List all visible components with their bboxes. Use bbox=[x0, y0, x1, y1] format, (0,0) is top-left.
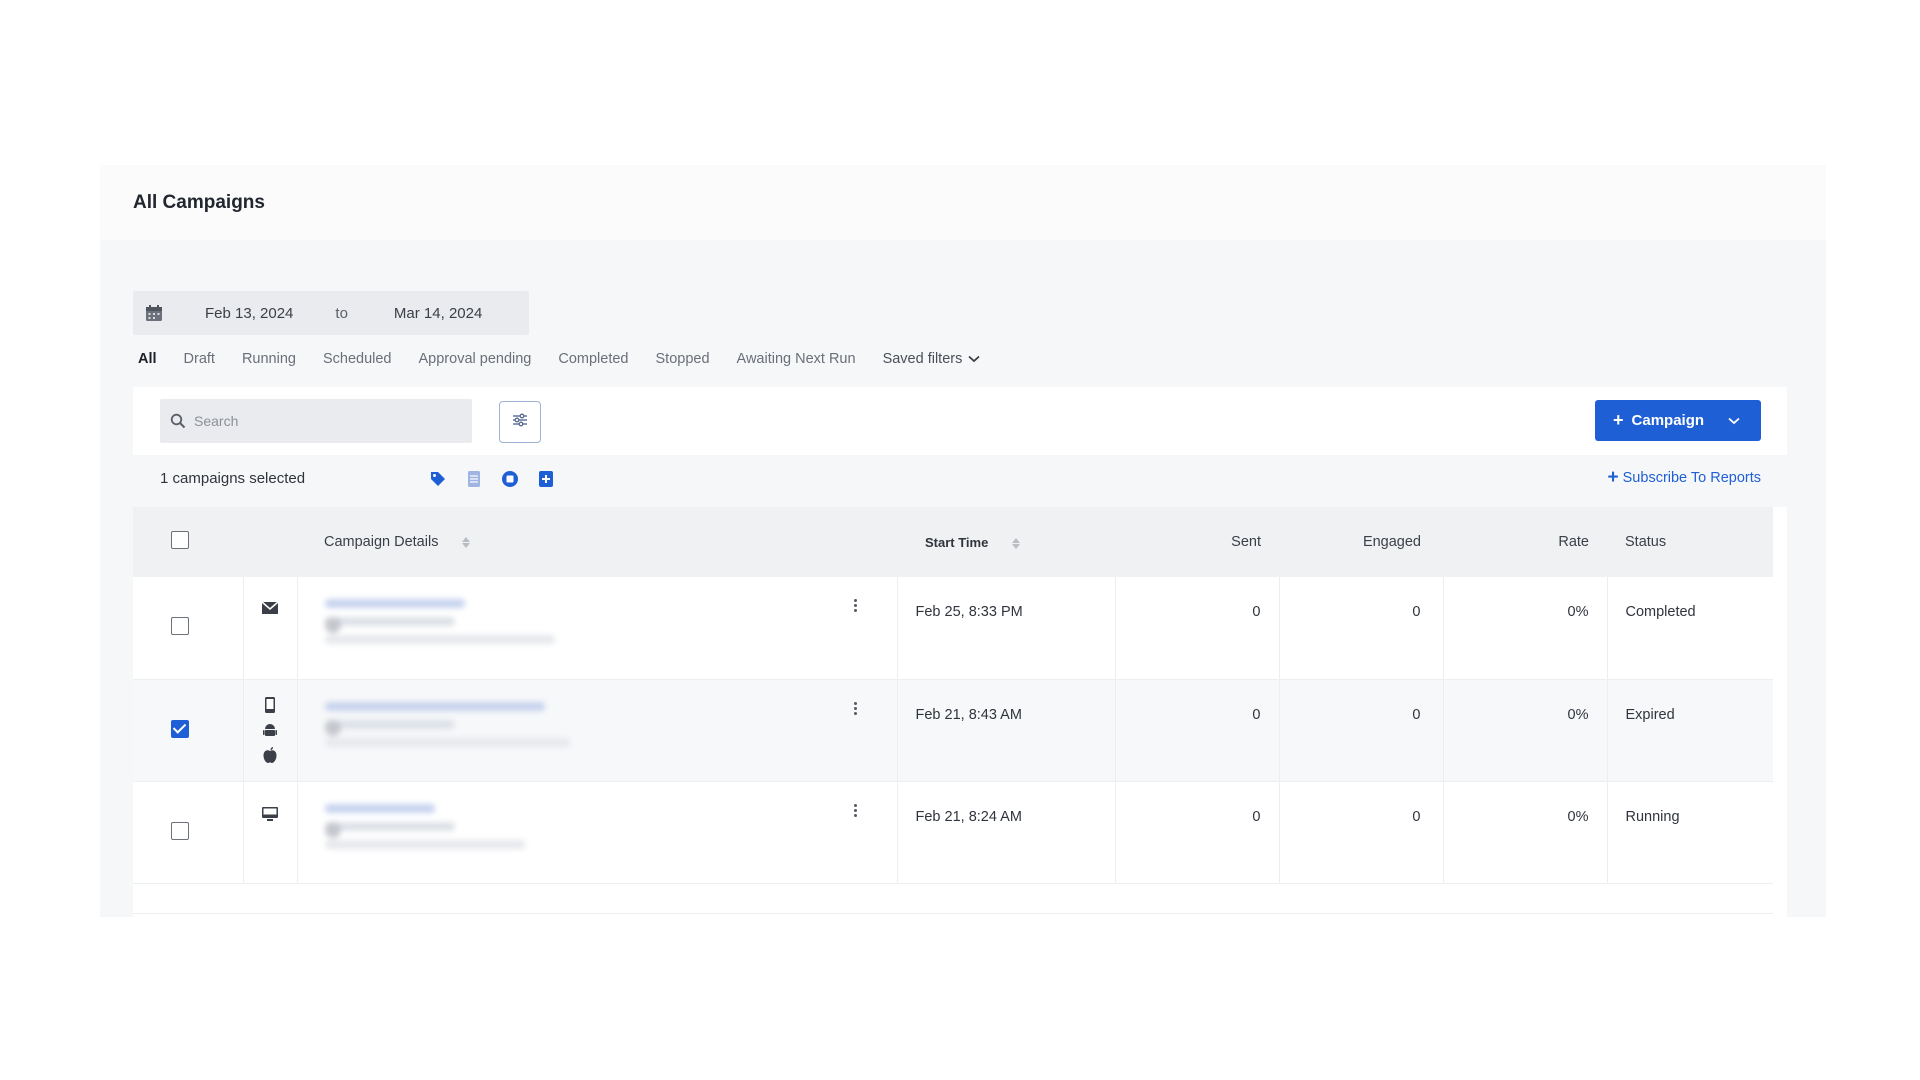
tab-all[interactable]: All bbox=[138, 351, 157, 367]
row-checkbox[interactable] bbox=[171, 617, 189, 635]
page-title: All Campaigns bbox=[133, 191, 265, 213]
chevron-down-icon[interactable] bbox=[1728, 417, 1740, 425]
row-menu-icon[interactable] bbox=[853, 701, 857, 715]
channel-cell bbox=[242, 781, 298, 883]
search-icon bbox=[170, 413, 186, 429]
status-cell: Expired bbox=[1606, 679, 1773, 781]
header-campaign-details[interactable]: Campaign Details bbox=[297, 507, 897, 577]
tab-running[interactable]: Running bbox=[242, 351, 296, 367]
table-row[interactable]: Feb 21, 8:43 AM 0 0 0% Expired bbox=[133, 679, 1773, 781]
sort-icon[interactable] bbox=[1011, 537, 1020, 549]
campaign-details-cell[interactable] bbox=[297, 679, 897, 781]
row-checkbox-cell bbox=[133, 679, 243, 781]
date-range-picker[interactable]: Feb 13, 2024 to Mar 14, 2024 bbox=[133, 291, 529, 335]
campaigns-panel: + Campaign 1 campaigns selected bbox=[133, 387, 1787, 917]
sent-cell: 0 bbox=[1114, 577, 1279, 679]
sent-cell: 0 bbox=[1114, 781, 1279, 883]
table-row[interactable]: Feb 25, 8:33 PM 0 0 0% Completed bbox=[133, 577, 1773, 679]
rate-cell: 0% bbox=[1442, 679, 1607, 781]
calendar-icon bbox=[145, 303, 165, 323]
start-time-cell: Feb 21, 8:24 AM bbox=[896, 781, 1115, 883]
campaign-details-cell[interactable] bbox=[297, 781, 897, 883]
engaged-cell: 0 bbox=[1278, 781, 1443, 883]
row-menu-icon[interactable] bbox=[853, 803, 857, 817]
add-campaign-label: Campaign bbox=[1631, 412, 1705, 429]
sort-icon[interactable] bbox=[462, 536, 471, 548]
date-start: Feb 13, 2024 bbox=[205, 304, 294, 322]
tab-stopped[interactable]: Stopped bbox=[656, 351, 710, 367]
status-cell: Running bbox=[1606, 781, 1773, 883]
campaign-details-cell[interactable] bbox=[297, 577, 897, 679]
rate-cell: 0% bbox=[1442, 781, 1607, 883]
header-start-time[interactable]: Start Time bbox=[897, 507, 1115, 577]
tab-draft[interactable]: Draft bbox=[184, 351, 215, 367]
header-rate: Rate bbox=[1558, 534, 1589, 550]
stop-icon[interactable] bbox=[501, 470, 519, 488]
desktop-icon bbox=[261, 806, 279, 826]
header-sent: Sent bbox=[1231, 534, 1261, 550]
header-start-time-label: Start Time bbox=[925, 534, 989, 550]
archive-icon[interactable] bbox=[465, 470, 483, 488]
bulk-actions bbox=[429, 470, 555, 488]
table-header-row: Campaign Details Start Time Sent Engaged… bbox=[133, 507, 1773, 577]
apple-icon bbox=[262, 746, 278, 768]
status-cell: Completed bbox=[1606, 577, 1773, 679]
chevron-down-icon bbox=[968, 351, 980, 367]
tab-awaiting-next-run[interactable]: Awaiting Next Run bbox=[737, 351, 856, 367]
campaigns-table: Campaign Details Start Time Sent Engaged… bbox=[133, 507, 1773, 914]
plus-icon: + bbox=[1607, 467, 1619, 488]
saved-filters-dropdown[interactable]: Saved filters bbox=[883, 351, 981, 367]
row-checkbox-cell bbox=[133, 781, 243, 883]
select-all-cell bbox=[133, 507, 243, 577]
table-row[interactable]: Feb 21, 8:24 AM 0 0 0% Running bbox=[133, 781, 1773, 883]
tag-icon[interactable] bbox=[429, 470, 447, 488]
selection-bar: 1 campaigns selected + Subscribe To Repo… bbox=[133, 455, 1787, 507]
channel-cell bbox=[242, 577, 298, 679]
rate-cell: 0% bbox=[1442, 577, 1607, 679]
channel-cell bbox=[242, 679, 298, 781]
header-engaged: Engaged bbox=[1362, 534, 1421, 550]
search-input[interactable] bbox=[192, 412, 456, 430]
row-checkbox[interactable] bbox=[171, 719, 189, 738]
sliders-icon bbox=[512, 413, 528, 432]
sent-cell: 0 bbox=[1114, 679, 1279, 781]
saved-filters-label: Saved filters bbox=[882, 351, 963, 367]
tab-completed[interactable]: Completed bbox=[558, 351, 628, 367]
select-all-checkbox[interactable] bbox=[171, 531, 189, 549]
campaign-details-redacted bbox=[298, 577, 897, 644]
start-time-cell: Feb 21, 8:43 AM bbox=[896, 679, 1115, 781]
duplicate-icon[interactable] bbox=[537, 470, 555, 488]
header-status: Status bbox=[1625, 534, 1667, 550]
app-frame: All Campaigns Feb 13, 2024 to Mar 14, 20… bbox=[100, 165, 1826, 917]
mobile-icon bbox=[264, 696, 276, 718]
search-box bbox=[160, 399, 472, 443]
date-separator: to bbox=[335, 304, 348, 322]
add-campaign-button[interactable]: + Campaign bbox=[1595, 400, 1761, 441]
campaign-details-redacted bbox=[298, 680, 897, 747]
tab-scheduled[interactable]: Scheduled bbox=[323, 351, 392, 367]
row-checkbox[interactable] bbox=[171, 821, 189, 840]
engaged-cell: 0 bbox=[1278, 679, 1443, 781]
page-header: All Campaigns bbox=[100, 165, 1826, 240]
campaign-details-redacted bbox=[298, 782, 897, 849]
engaged-cell: 0 bbox=[1278, 577, 1443, 679]
header-campaign-details-label: Campaign Details bbox=[324, 534, 439, 550]
android-icon bbox=[262, 722, 278, 742]
tab-approval-pending[interactable]: Approval pending bbox=[419, 351, 532, 367]
date-end: Mar 14, 2024 bbox=[393, 304, 483, 322]
channel-header bbox=[243, 507, 297, 577]
selected-count: 1 campaigns selected bbox=[160, 470, 306, 487]
plus-icon: + bbox=[1613, 410, 1624, 430]
table-row bbox=[133, 883, 1773, 913]
start-time-cell: Feb 25, 8:33 PM bbox=[896, 577, 1115, 679]
status-tabs: All Draft Running Scheduled Approval pen… bbox=[138, 351, 1007, 367]
subscribe-reports-label: Subscribe To Reports bbox=[1622, 470, 1761, 486]
row-checkbox-cell bbox=[133, 577, 243, 679]
email-icon bbox=[261, 601, 279, 619]
subscribe-reports-link[interactable]: + Subscribe To Reports bbox=[1607, 467, 1761, 488]
row-menu-icon[interactable] bbox=[853, 599, 857, 612]
filter-button[interactable] bbox=[499, 401, 541, 443]
